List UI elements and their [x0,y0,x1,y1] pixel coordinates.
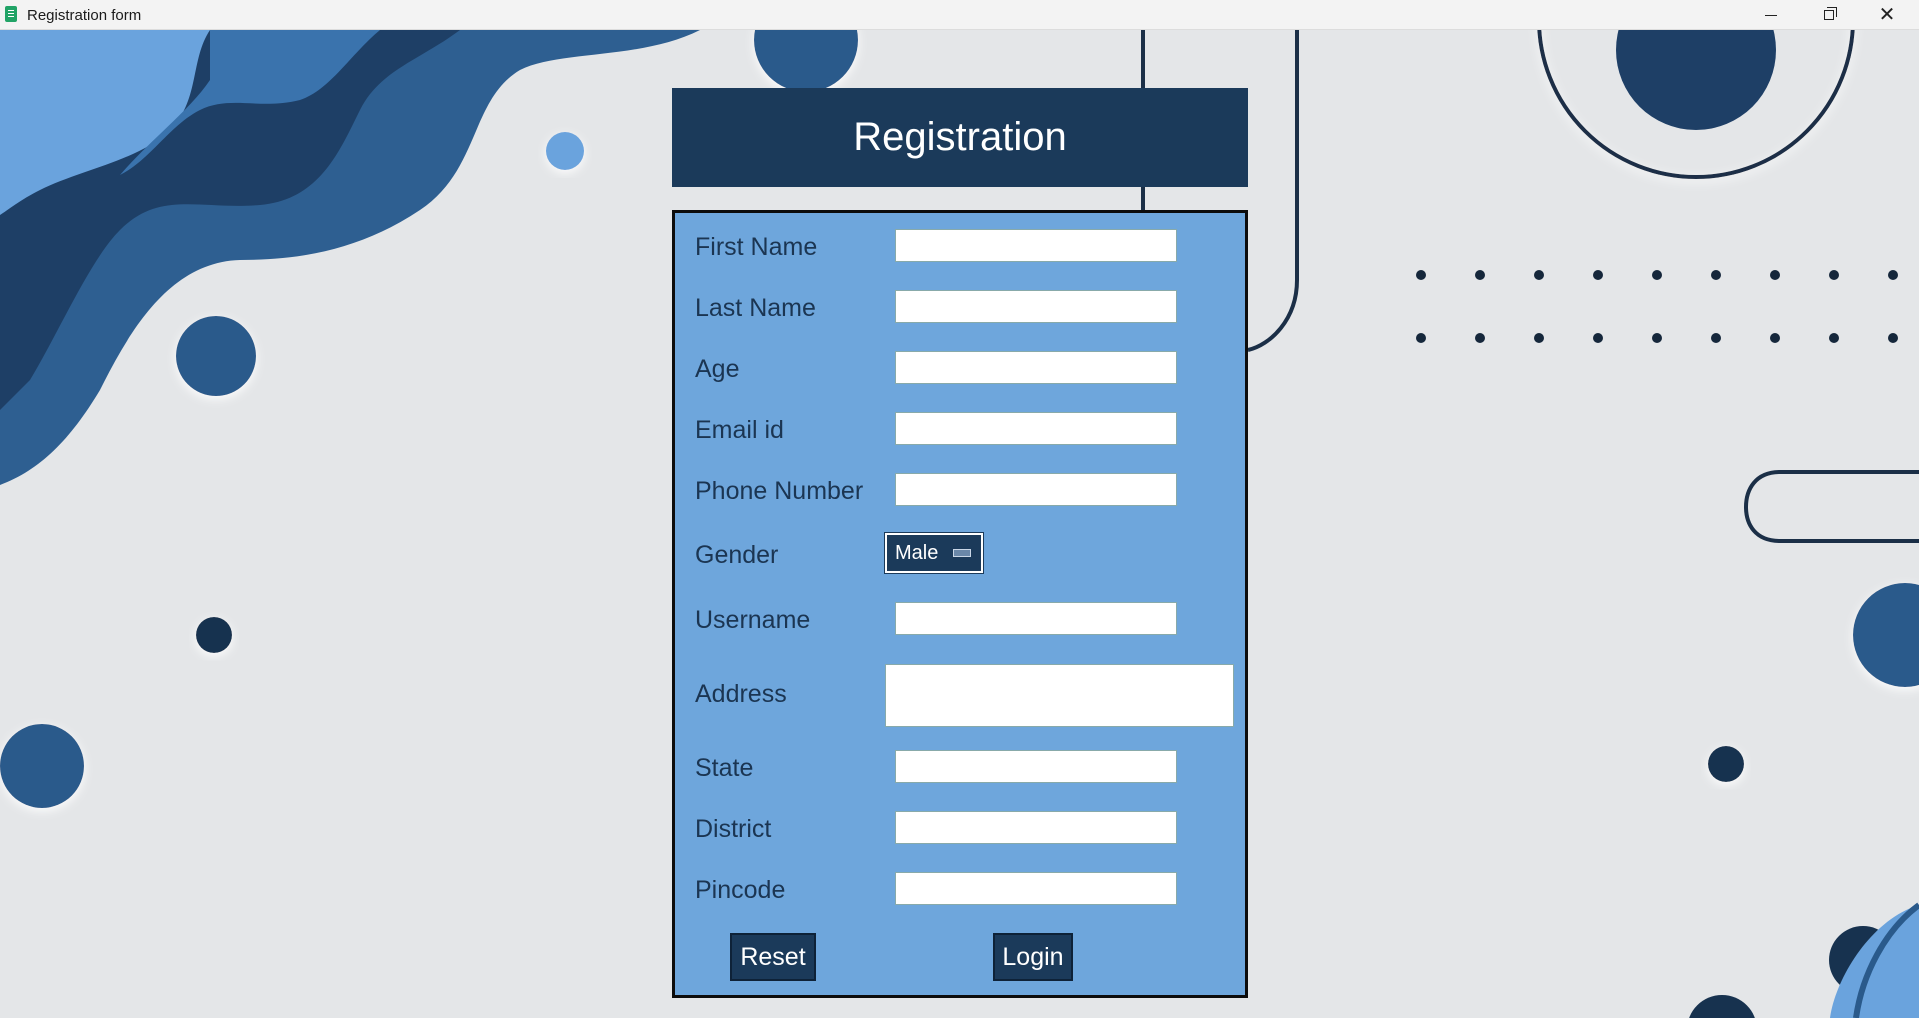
gender-dropdown[interactable]: Male [884,532,984,574]
registration-form: First Name Last Name Age Email id Phone … [672,210,1248,998]
address-label: Address [695,680,787,708]
minimize-icon [1765,14,1777,16]
username-input[interactable] [895,602,1177,635]
close-icon: ✕ [1878,4,1896,26]
address-textarea[interactable] [885,664,1234,727]
curve-line [1247,30,1299,352]
login-button[interactable]: Login [993,933,1073,981]
last-name-label: Last Name [695,294,816,322]
restore-button[interactable] [1800,0,1858,30]
email-label: Email id [695,416,784,444]
restore-icon [1824,7,1837,20]
window-title: Registration form [27,7,142,24]
close-button[interactable]: ✕ [1858,0,1916,30]
phone-number-input[interactable] [895,473,1177,506]
last-name-input[interactable] [895,290,1177,323]
district-input[interactable] [895,811,1177,844]
line-vertical-2 [1141,187,1145,210]
phone-number-label: Phone Number [695,477,864,505]
first-name-input[interactable] [895,229,1177,262]
district-label: District [695,815,772,843]
age-label: Age [695,355,740,383]
state-input[interactable] [895,750,1177,783]
spreadsheet-app-icon [5,6,17,22]
pincode-label: Pincode [695,876,786,904]
ring-inner-circle [1616,30,1776,130]
circle-bottom-left [0,724,84,808]
page-title: Registration [853,115,1067,159]
username-label: Username [695,606,811,634]
email-input[interactable] [895,412,1177,445]
dropdown-indicator-icon [953,549,971,557]
age-input[interactable] [895,351,1177,384]
state-label: State [695,754,754,782]
line-vertical [1141,30,1145,88]
circle-right-small [1708,746,1744,782]
minimize-button[interactable] [1742,0,1800,30]
pincode-input[interactable] [895,872,1177,905]
circle-small-light [546,132,584,170]
registration-header: Registration [672,88,1248,187]
pill-outline [1743,470,1919,543]
circle-mid-left [176,316,256,396]
gender-label: Gender [695,541,779,569]
title-bar: Registration form ✕ [0,0,1919,30]
circle-bottom-center [1689,995,1755,1018]
circle-right [1853,583,1919,687]
circle-top [754,30,858,92]
reset-button[interactable]: Reset [730,933,816,981]
dot-grid [1416,270,1898,343]
first-name-label: First Name [695,233,818,261]
gender-selected-value: Male [895,541,939,564]
circle-small-dark [196,617,232,653]
